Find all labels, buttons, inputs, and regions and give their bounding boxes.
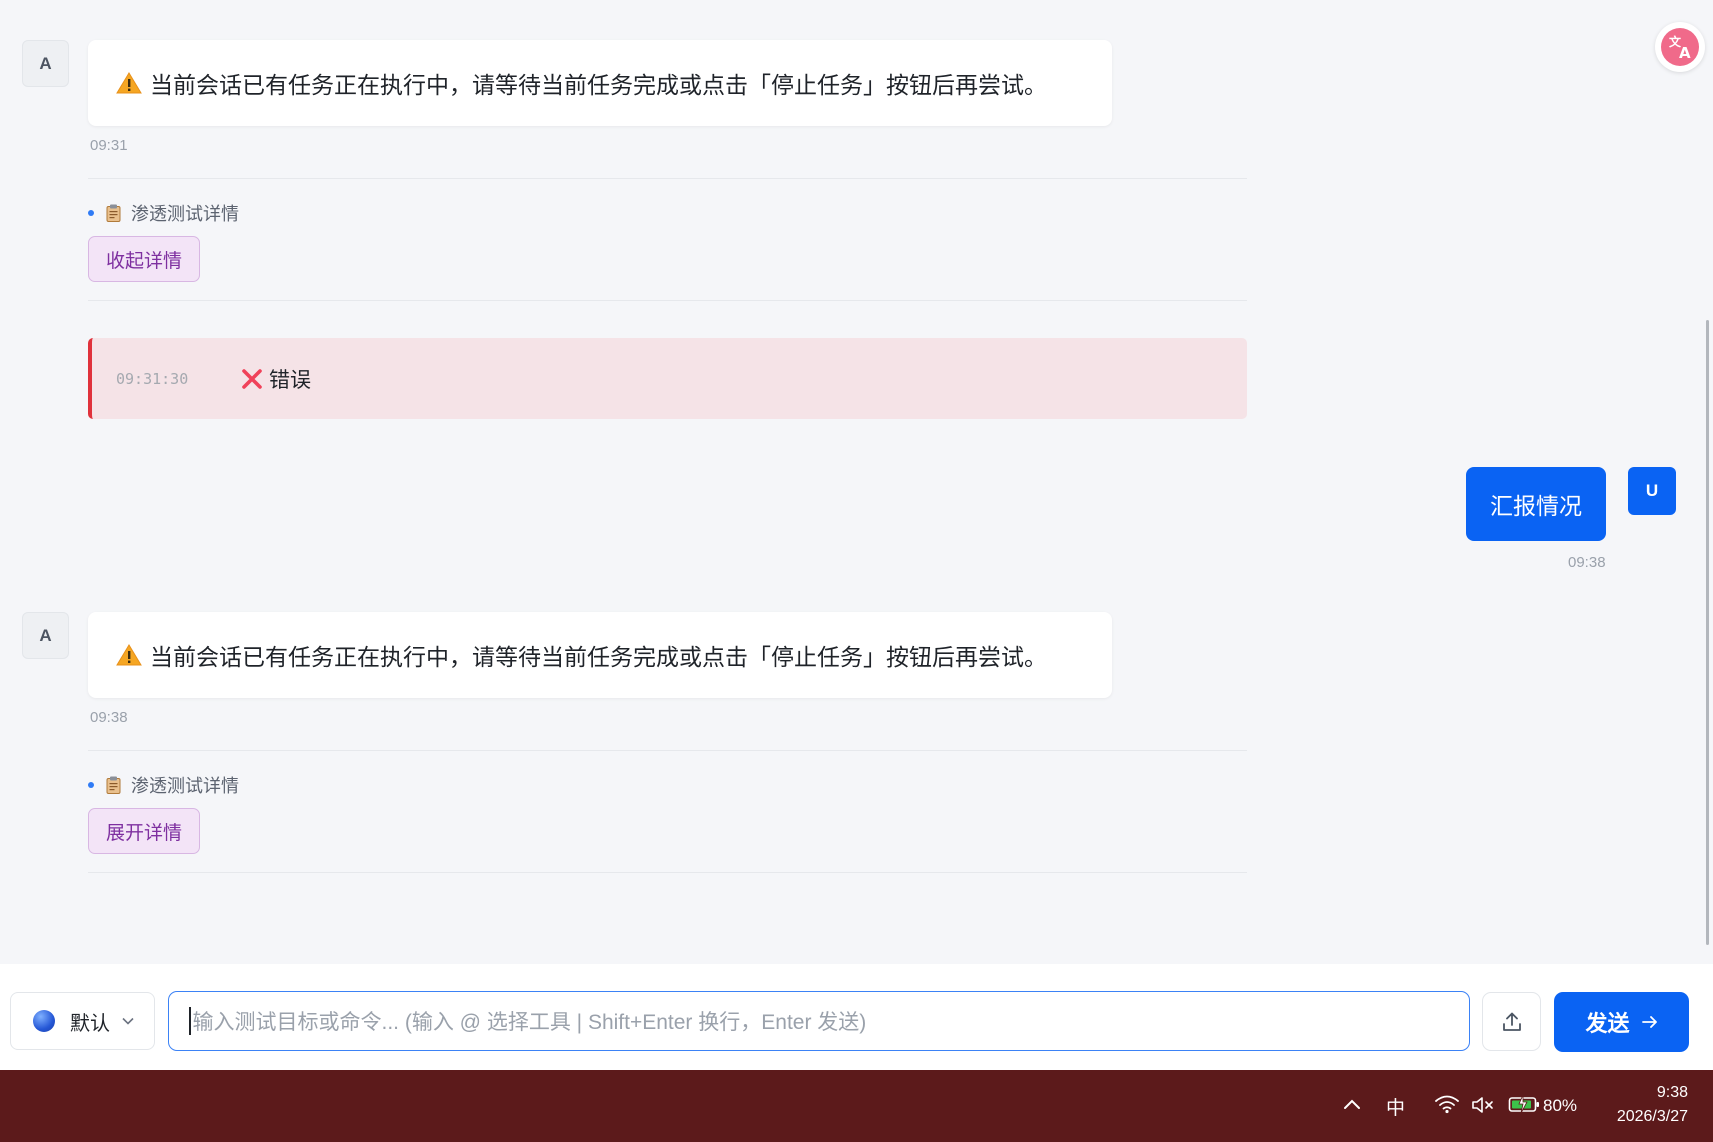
error-label: 错误: [269, 368, 311, 392]
bullet-dot: [88, 782, 94, 788]
translate-button[interactable]: 文 A: [1655, 22, 1705, 72]
command-input[interactable]: 输入测试目标或命令... (输入 @ 选择工具 | Shift+Enter 换行…: [168, 991, 1470, 1051]
upload-icon: [1502, 1012, 1521, 1031]
chevron-down-icon: [122, 1017, 134, 1025]
message-timestamp: 09:31: [90, 137, 128, 154]
collapse-details-button[interactable]: 收起详情: [88, 236, 201, 282]
assistant-message-text: 当前会话已有任务正在执行中，请等待当前任务完成或点击「停止任务」按钮后再尝试。: [150, 72, 1047, 98]
error-x-icon: [242, 368, 262, 389]
message-timestamp: 09:38: [1568, 554, 1606, 571]
clipboard-icon: [106, 776, 121, 794]
send-button-label: 发送: [1585, 1011, 1630, 1036]
assistant-message-bubble: 当前会话已有任务正在执行中，请等待当前任务完成或点击「停止任务」按钮后再尝试。: [88, 612, 1112, 698]
expand-details-button[interactable]: 展开详情: [88, 808, 201, 854]
bullet-dot: [88, 210, 94, 216]
chevron-up-icon[interactable]: [1342, 1097, 1362, 1111]
divider: [88, 178, 1247, 179]
upload-button[interactable]: [1482, 992, 1541, 1051]
ime-indicator[interactable]: 中: [1386, 1093, 1405, 1120]
detail-title-text: 渗透测试详情: [131, 204, 239, 224]
clock-time: 9:38: [1656, 1084, 1688, 1101]
error-event-row: 09:31:30 错误: [88, 338, 1247, 419]
clock-date: 2026/3/27: [1616, 1108, 1688, 1125]
model-select[interactable]: 默认: [10, 992, 155, 1050]
assistant-avatar: A: [22, 40, 69, 87]
model-select-value: 默认: [70, 1012, 110, 1035]
divider: [88, 300, 1247, 301]
volume-muted-icon[interactable]: [1471, 1095, 1497, 1115]
assistant-avatar: A: [22, 612, 69, 659]
detail-section-title: 渗透测试详情: [88, 200, 239, 226]
send-button[interactable]: 发送: [1554, 992, 1689, 1052]
divider: [88, 750, 1247, 751]
event-timestamp: 09:31:30: [116, 369, 189, 388]
svg-text:A: A: [1679, 44, 1691, 62]
assistant-message-text: 当前会话已有任务正在执行中，请等待当前任务完成或点击「停止任务」按钮后再尝试。: [150, 644, 1047, 670]
detail-section-title: 渗透测试详情: [88, 772, 239, 798]
divider: [88, 872, 1247, 873]
battery-icon[interactable]: [1508, 1094, 1540, 1114]
translate-icon: 文 A: [1661, 28, 1699, 66]
warning-icon: [116, 644, 142, 666]
warning-icon: [116, 72, 142, 94]
detail-title-text: 渗透测试详情: [131, 776, 239, 796]
assistant-message-bubble: 当前会话已有任务正在执行中，请等待当前任务完成或点击「停止任务」按钮后再尝试。: [88, 40, 1112, 126]
command-input-placeholder: 输入测试目标或命令... (输入 @ 选择工具 | Shift+Enter 换行…: [192, 1011, 867, 1034]
message-timestamp: 09:38: [90, 709, 128, 726]
model-orb-icon: [33, 1010, 55, 1032]
scrollbar-thumb[interactable]: [1706, 320, 1709, 945]
user-message-text: 汇报情况: [1490, 493, 1582, 519]
system-clock[interactable]: 9:38 2026/3/27: [1580, 1081, 1688, 1129]
user-message-bubble: 汇报情况: [1466, 467, 1606, 541]
battery-percent: 80%: [1543, 1096, 1578, 1115]
wifi-icon[interactable]: [1434, 1094, 1460, 1114]
user-avatar: U: [1628, 467, 1676, 515]
arrow-right-icon: [1641, 1016, 1657, 1028]
text-caret: [189, 1007, 191, 1035]
clipboard-icon: [106, 204, 121, 222]
